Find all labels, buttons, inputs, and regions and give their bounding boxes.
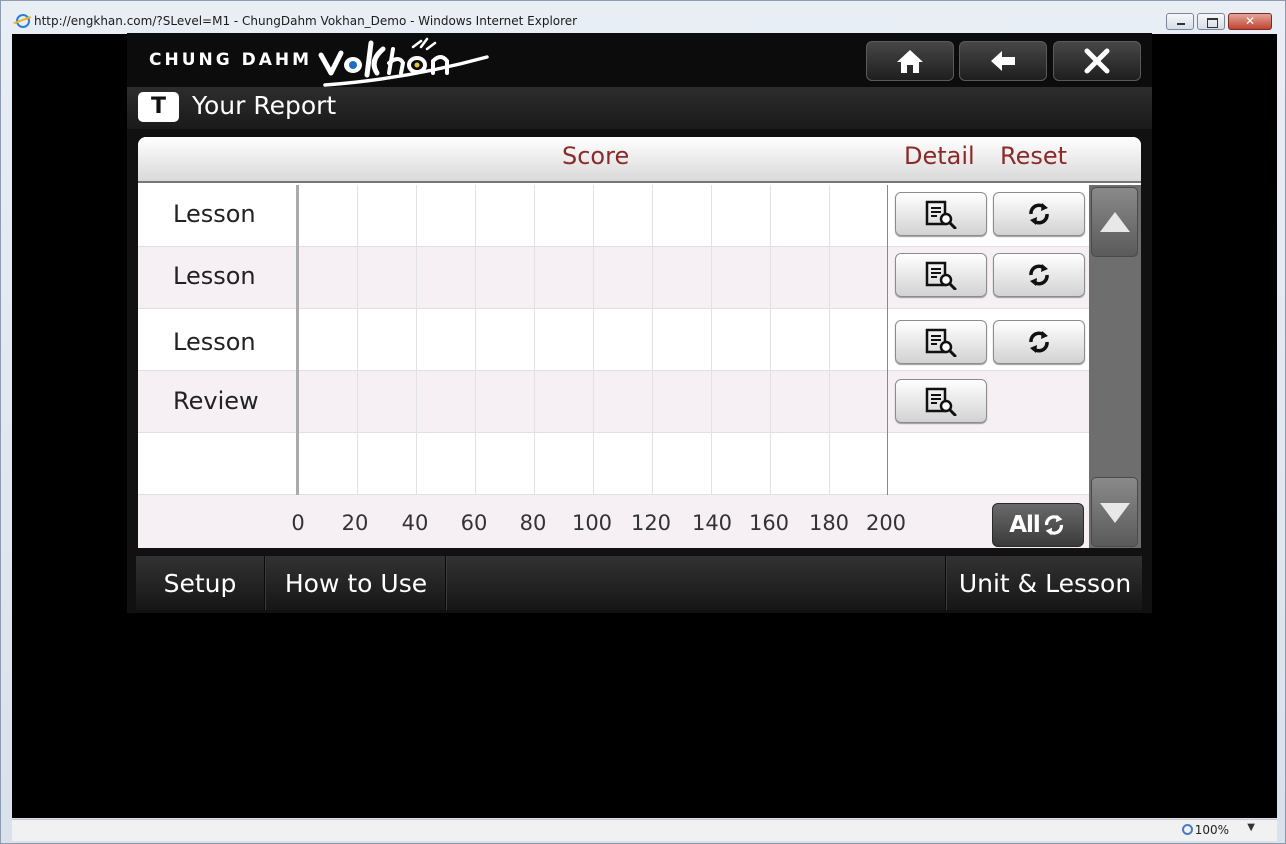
close-icon xyxy=(1084,48,1110,74)
reset-column-header: Reset xyxy=(1000,142,1068,170)
page-title: Your Report xyxy=(192,91,337,120)
status-bar: 100% ▼ xyxy=(12,819,1277,841)
grid-line xyxy=(357,185,358,495)
detail-button[interactable] xyxy=(895,253,987,297)
internet-explorer-icon xyxy=(16,14,30,28)
reset-all-button[interactable]: All xyxy=(992,503,1084,547)
row-label: Lesson xyxy=(173,262,256,290)
score-column-header: Score xyxy=(562,142,630,170)
reset-button[interactable] xyxy=(993,320,1085,364)
zoom-level[interactable]: 100% xyxy=(1195,823,1229,837)
axis-tick-label: 120 xyxy=(630,511,672,535)
minimize-button[interactable] xyxy=(1166,13,1194,30)
zoom-icon xyxy=(1182,824,1193,835)
score-chart-area xyxy=(296,185,888,495)
browser-titlebar: http://engkhan.com/?SLevel=M1 - ChungDah… xyxy=(1,1,1285,33)
footer-divider xyxy=(264,556,266,610)
table-header: Score Detail Reset xyxy=(138,137,1141,183)
scrollbar[interactable] xyxy=(1089,185,1141,548)
reset-button[interactable] xyxy=(993,192,1085,236)
setup-label: Setup xyxy=(163,568,237,598)
axis-tick-label: 0 xyxy=(291,511,305,535)
axis-tick-label: 20 xyxy=(341,511,369,535)
document-search-icon xyxy=(925,261,957,290)
grid-line xyxy=(534,185,535,495)
grid-line xyxy=(711,185,712,495)
home-icon xyxy=(897,50,923,73)
refresh-icon xyxy=(1029,331,1049,353)
setup-button[interactable]: Setup xyxy=(136,556,264,610)
footer-divider xyxy=(445,556,447,610)
axis-tick-label: 80 xyxy=(519,511,547,535)
browser-title: http://engkhan.com/?SLevel=M1 - ChungDah… xyxy=(34,14,578,28)
reset-all-label: All xyxy=(1009,512,1041,538)
triangle-down-icon xyxy=(1100,503,1130,523)
exit-button[interactable] xyxy=(1053,41,1141,81)
reset-button[interactable] xyxy=(993,253,1085,297)
document-search-icon xyxy=(925,387,957,416)
refresh-icon xyxy=(1029,203,1049,225)
axis-tick-label: 160 xyxy=(748,511,790,535)
brand-name: CHUNG DAHM xyxy=(149,50,313,70)
scroll-up-button[interactable] xyxy=(1091,187,1138,257)
maximize-button[interactable] xyxy=(1197,13,1225,30)
axis-tick-label: 140 xyxy=(691,511,733,535)
axis-tick-label: 60 xyxy=(460,511,488,535)
axis-tick-label: 180 xyxy=(808,511,850,535)
grid-line xyxy=(475,185,476,495)
grid-line xyxy=(652,185,653,495)
home-button[interactable] xyxy=(866,41,954,81)
score-axis: 0 20 40 60 80 100 120 140 160 180 200 Al… xyxy=(138,495,1089,548)
close-window-button[interactable] xyxy=(1228,13,1272,30)
document-search-icon xyxy=(925,200,957,229)
grid-line xyxy=(593,185,594,495)
axis-tick-label: 200 xyxy=(865,511,907,535)
zoom-dropdown-icon[interactable]: ▼ xyxy=(1247,822,1255,833)
grid-line xyxy=(416,185,417,495)
app-header: CHUNG DAHM xyxy=(127,33,1152,87)
axis-tick-label: 40 xyxy=(401,511,429,535)
footer-divider xyxy=(945,556,947,610)
unit-lesson-label: Unit & Lesson xyxy=(958,568,1132,598)
grid-line xyxy=(770,185,771,495)
window-controls xyxy=(1166,13,1272,30)
how-to-use-label: How to Use xyxy=(284,568,428,598)
refresh-icon xyxy=(1044,514,1063,536)
triangle-up-icon xyxy=(1100,212,1130,232)
axis-tick-label: 100 xyxy=(571,511,613,535)
footer-bar: Setup How to Use Unit & Lesson xyxy=(136,556,1142,610)
page-title-bar: T Your Report xyxy=(127,87,1152,129)
title-badge: T xyxy=(138,92,179,122)
scroll-down-button[interactable] xyxy=(1091,477,1138,547)
detail-button[interactable] xyxy=(895,192,987,236)
row-label: Lesson xyxy=(173,328,256,356)
refresh-icon xyxy=(1029,264,1049,286)
document-search-icon xyxy=(925,328,957,357)
grid-line xyxy=(829,185,830,495)
report-panel: Score Detail Reset Lesson Lesson Lesson … xyxy=(138,137,1141,548)
detail-button[interactable] xyxy=(895,320,987,364)
detail-column-header: Detail xyxy=(904,142,975,170)
detail-button[interactable] xyxy=(895,379,987,423)
vokhan-logo xyxy=(318,37,489,87)
row-label: Review xyxy=(173,387,259,415)
how-to-use-button[interactable]: How to Use xyxy=(267,556,445,610)
row-label: Lesson xyxy=(173,200,256,228)
arrow-left-icon xyxy=(991,51,1015,71)
unit-lesson-button[interactable]: Unit & Lesson xyxy=(948,556,1142,610)
back-button[interactable] xyxy=(959,41,1047,81)
app-container: CHUNG DAHM T Your Report Score Detail Re… xyxy=(127,33,1152,613)
